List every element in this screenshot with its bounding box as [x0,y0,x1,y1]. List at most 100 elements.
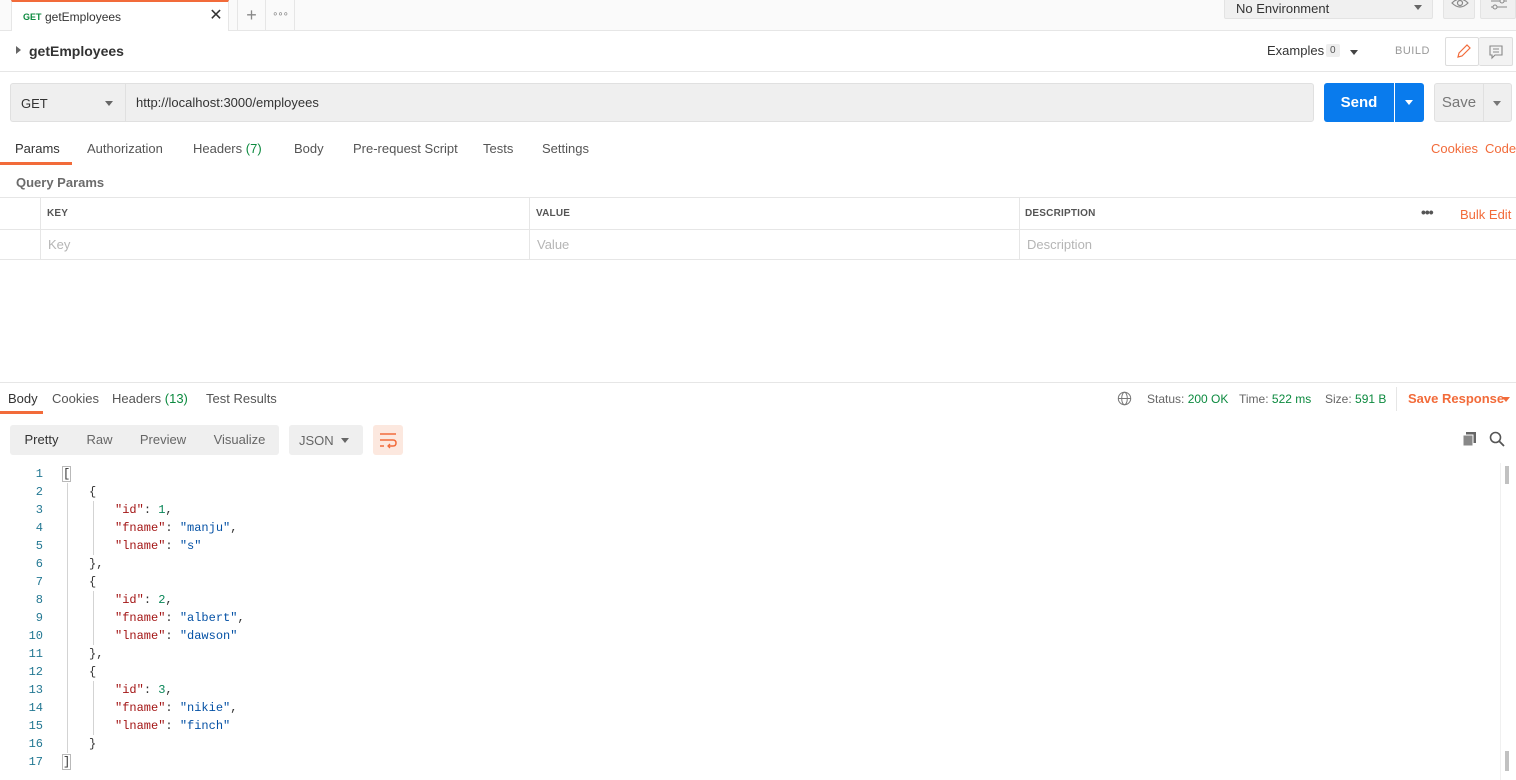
tab-authorization[interactable]: Authorization [87,141,163,156]
response-headers-count: (13) [164,391,188,406]
code-text: [ [61,466,72,482]
pencil-icon [1457,44,1471,58]
code-line: 14 "fname": "nikie", [0,699,1500,717]
tab-tests[interactable]: Tests [483,141,513,156]
search-icon[interactable] [1488,430,1506,448]
copy-icon[interactable] [1461,430,1479,448]
code-line: 5 "lname": "s" [0,537,1500,555]
line-number: 15 [28,719,43,733]
code-line: 3 "id": 1, [0,501,1500,519]
close-icon[interactable]: ✕ [208,7,224,25]
tab-prerequest-script[interactable]: Pre-request Script [353,141,458,156]
code-text: "fname": "albert", [115,611,245,625]
view-visualize[interactable]: Visualize [200,425,279,455]
code-text: } [89,737,97,751]
manage-environments-button[interactable] [1480,0,1516,19]
size-value: 591 B [1355,392,1387,406]
environment-select[interactable]: No Environment [1224,0,1433,19]
comments-button[interactable] [1479,37,1513,66]
globe-icon[interactable] [1117,391,1132,406]
line-number: 14 [28,701,43,715]
tab-body[interactable]: Body [294,141,324,156]
chevron-down-icon[interactable] [1502,397,1510,402]
request-title[interactable]: getEmployees [29,43,124,59]
column-header-value: VALUE [536,208,571,219]
send-options-button[interactable] [1395,83,1424,122]
query-params-table: KEY VALUE DESCRIPTION ••• Bulk Edit Key … [0,197,1516,260]
expand-caret-icon[interactable] [16,46,21,54]
tab-params[interactable]: Params [15,141,60,156]
line-number: 8 [35,593,43,607]
more-options-icon[interactable]: ••• [1421,204,1434,220]
response-tab-headers[interactable]: Headers (13) [112,391,188,406]
request-tabs: Params Authorization Headers (7) Body Pr… [0,134,1516,165]
tab-headers[interactable]: Headers (7) [193,141,262,156]
view-pretty[interactable]: Pretty [10,425,73,455]
code-line: 1[ [0,465,1500,483]
environment-quick-look-button[interactable] [1443,0,1475,19]
cookies-link[interactable]: Cookies [1431,141,1478,156]
line-number: 17 [28,755,43,769]
editor-scrollbar-thumb[interactable] [1505,751,1509,771]
wrap-lines-button[interactable] [373,425,403,455]
more-tabs-button[interactable]: ∘∘∘ [266,0,295,31]
value-field[interactable]: Value [537,237,569,252]
code-line: 17] [0,753,1500,771]
size-label: Size: [1325,392,1352,406]
code-line: 16} [0,735,1500,753]
url-input[interactable] [125,83,1314,122]
tab-settings[interactable]: Settings [542,141,589,156]
comment-icon [1489,45,1503,60]
response-tab-test-results[interactable]: Test Results [206,391,277,406]
line-number: 4 [35,521,43,535]
new-tab-button[interactable]: + [237,0,266,31]
send-button[interactable]: Send [1324,83,1394,122]
code-text: { [89,575,97,589]
examples-label[interactable]: Examples [1267,43,1324,58]
response-body-editor[interactable]: 1[ 2 {3 "id": 1, 4 "fname": "manju", 5 "lname":… [0,465,1500,780]
status-value: 200 OK [1187,392,1229,406]
save-button[interactable]: Save [1434,83,1484,122]
tab-name: getEmployees [45,10,122,24]
key-field[interactable]: Key [48,237,70,252]
request-tab[interactable]: GET getEmployees ✕ [11,0,229,31]
code-line: 4 "fname": "manju", [0,519,1500,537]
time-value: 522 ms [1271,392,1312,406]
bulk-edit-link[interactable]: Bulk Edit [1460,207,1511,222]
editor-scrollbar-track [1500,463,1501,780]
code-line: 15 "lname": "finch" [0,717,1500,735]
build-mode-label[interactable]: BUILD [1395,45,1430,57]
response-tab-cookies[interactable]: Cookies [52,391,99,406]
chevron-down-icon [1493,101,1501,106]
save-options-button[interactable] [1484,83,1512,122]
method-select[interactable]: GET [10,83,125,122]
size-field: Size: 591 B [1325,392,1386,406]
environment-label: No Environment [1236,1,1330,16]
response-tabs: Body Cookies Headers (13) Test Results S… [0,383,1516,414]
tab-method: GET [23,12,42,22]
chevron-down-icon [1405,100,1413,105]
code-line: 6}, [0,555,1500,573]
code-link[interactable]: Code [1485,141,1516,156]
save-response-button[interactable]: Save Response [1408,391,1504,406]
examples-dropdown-icon[interactable] [1350,50,1358,55]
description-field[interactable]: Description [1027,237,1092,252]
code-text: "lname": "finch" [115,719,231,733]
line-number: 6 [35,557,43,571]
code-text: "id": 1, [115,503,173,517]
eye-icon [1451,0,1469,8]
line-number: 5 [35,539,43,553]
response-tab-body[interactable]: Body [8,391,38,406]
wrap-icon [380,433,397,449]
format-select[interactable]: JSON [289,425,363,455]
code-text: "lname": "s" [115,539,202,553]
code-text: }, [89,557,104,571]
view-preview[interactable]: Preview [126,425,200,455]
editor-scrollbar-thumb[interactable] [1505,466,1509,484]
method-value: GET [21,96,48,111]
indent-guide [93,681,94,735]
code-text: ] [61,754,72,770]
view-raw[interactable]: Raw [73,425,126,455]
edit-request-button[interactable] [1445,37,1479,66]
line-number: 2 [35,485,43,499]
